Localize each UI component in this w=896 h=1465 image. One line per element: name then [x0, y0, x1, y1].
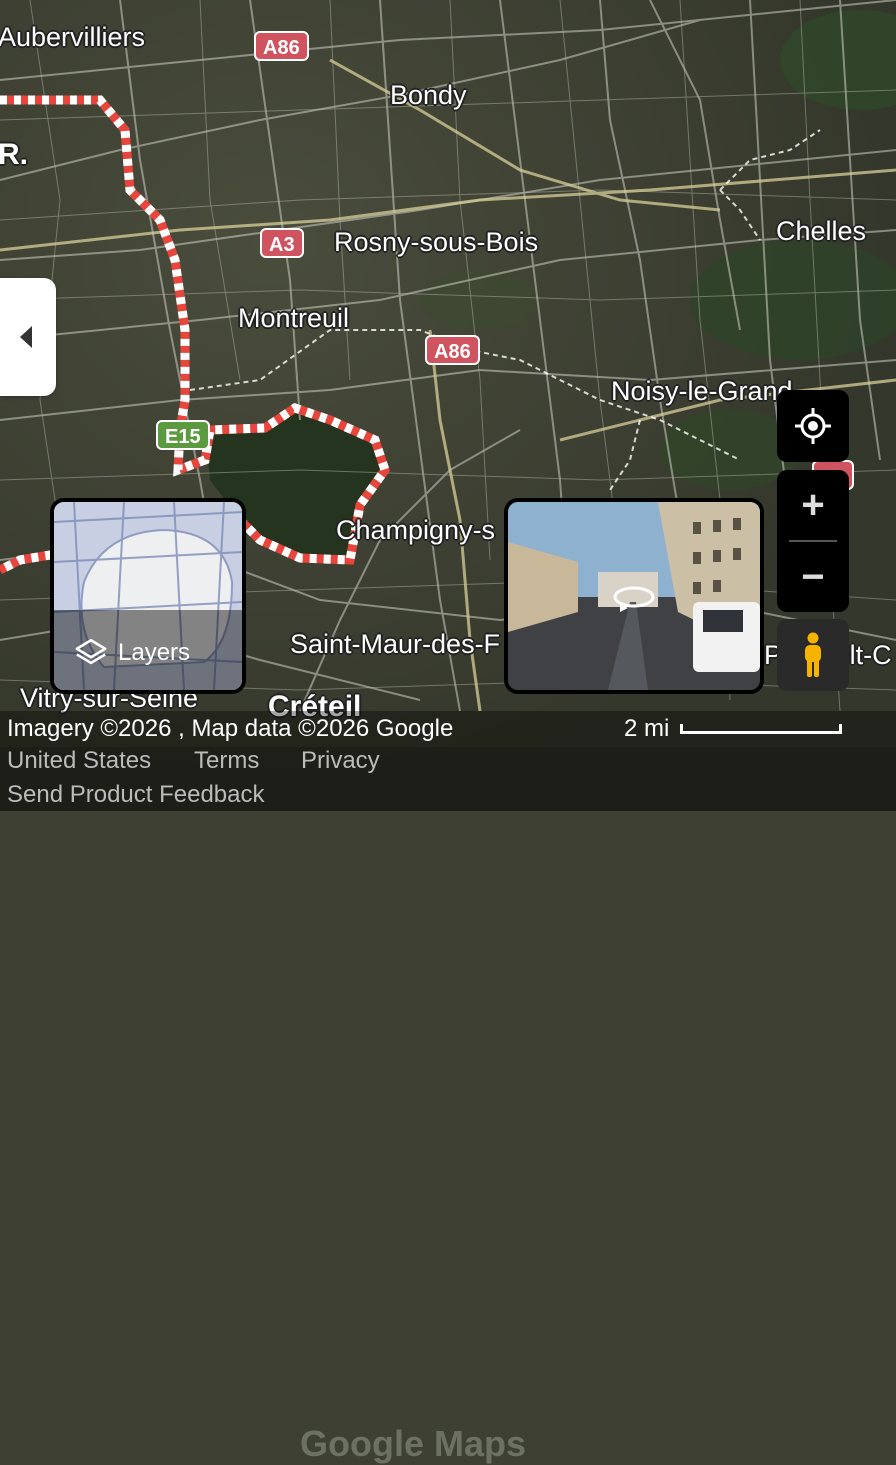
my-location-button[interactable] [777, 390, 849, 462]
collapse-side-panel-button[interactable] [0, 278, 56, 396]
my-location-icon [795, 408, 831, 444]
zoom-in-button[interactable]: + [777, 470, 849, 540]
place-label-rosny-sous-bois: Rosny-sous-Bois [334, 227, 539, 257]
pegman-button[interactable] [777, 619, 849, 691]
privacy-link[interactable]: Privacy [301, 747, 380, 775]
road-shield-a86: A86 [425, 335, 480, 365]
street-view-preview[interactable] [504, 498, 764, 694]
road-shield-a86: A86 [254, 31, 309, 61]
place-label-bondy: Bondy [390, 80, 467, 110]
place-label-champigny: Champigny-s [336, 515, 496, 545]
place-label-montreuil: Montreuil [238, 303, 350, 333]
layers-button[interactable]: Layers [50, 498, 246, 694]
map-footer: Google Maps Imagery ©2026 , Map data ©20… [0, 711, 896, 1464]
attribution-text: Imagery ©2026 , Map data ©2026 Google [7, 715, 454, 742]
place-label-paris-fragment: R. [0, 138, 28, 171]
scale-bar[interactable] [680, 724, 842, 734]
layers-icon [75, 638, 107, 665]
road-shield-e15: E15 [156, 420, 210, 450]
road-shield-a3: A3 [260, 228, 304, 258]
country-link[interactable]: United States [7, 747, 151, 775]
layers-label: Layers [118, 639, 191, 666]
chevron-left-icon [20, 326, 32, 348]
zoom-out-button[interactable]: − [777, 542, 849, 612]
pegman-icon [805, 632, 821, 677]
send-feedback-link[interactable]: Send Product Feedback [7, 781, 265, 809]
place-label-aubervilliers: Aubervilliers [0, 22, 146, 52]
place-label-chelles: Chelles [776, 216, 867, 246]
google-maps-watermark: Google Maps [300, 1423, 527, 1464]
zoom-control: + − [777, 470, 849, 612]
place-label-noisy-le-grand: Noisy-le-Grand [611, 376, 793, 406]
layers-label-group: Layers [74, 636, 190, 670]
place-label-saint-maur: Saint-Maur-des-F [290, 629, 501, 659]
rotate-360-icon [613, 586, 655, 612]
scale-label[interactable]: 2 mi [624, 715, 669, 743]
terms-link[interactable]: Terms [194, 747, 259, 775]
